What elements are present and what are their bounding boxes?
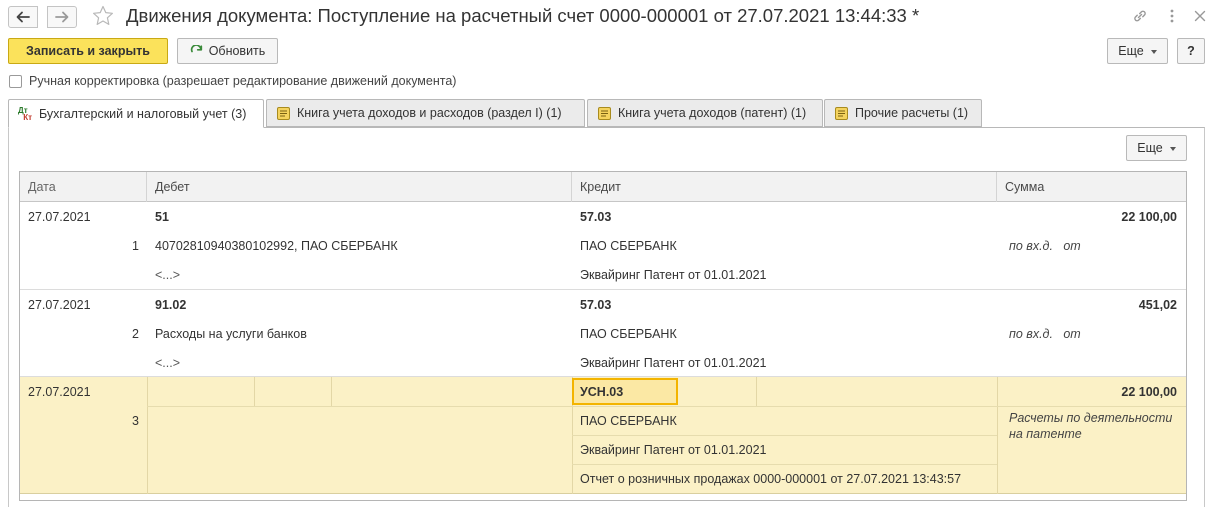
debit-subconto-2: <...> [155, 355, 181, 370]
more-label: Еще [1137, 141, 1163, 155]
cell-divider [147, 377, 148, 494]
manual-correction-label: Ручная корректировка (разрешает редактир… [29, 74, 457, 88]
credit-account: 57.03 [580, 209, 612, 224]
link-icon[interactable] [1130, 6, 1150, 26]
back-button[interactable] [8, 6, 38, 28]
tab-label: Книга учета доходов и расходов (раздел I… [297, 106, 562, 120]
debit-account: 51 [155, 209, 169, 224]
row-number: 1 [132, 238, 139, 253]
more-vertical-icon[interactable] [1162, 6, 1182, 26]
cell-divider [997, 377, 998, 494]
debit-subconto-1: Расходы на услуги банков [155, 326, 307, 341]
row-note: по вх.д. от [1009, 238, 1081, 253]
tab-accounting[interactable]: Дт Кт Бухгалтерский и налоговый учет (3) [8, 99, 264, 128]
forward-button[interactable] [47, 6, 77, 28]
credit-subconto-2: Эквайринг Патент от 01.01.2021 [580, 267, 767, 282]
window-title: Движения документа: Поступление на расче… [126, 5, 920, 26]
credit-account-cell-focused[interactable]: УСН.03 [572, 378, 678, 405]
row-date: 27.07.2021 [28, 209, 91, 224]
table-more-button[interactable]: Еще [1126, 135, 1187, 161]
tab-label: Книга учета доходов (патент) (1) [618, 106, 807, 120]
cell-divider [254, 377, 255, 406]
row-sum: 451,02 [1138, 297, 1177, 312]
column-header-credit[interactable]: Кредит [572, 172, 997, 202]
close-icon[interactable] [1190, 6, 1210, 26]
chevron-down-icon [1169, 147, 1176, 151]
tab-patent-income-book[interactable]: Книга учета доходов (патент) (1) [587, 99, 823, 127]
register-icon [597, 106, 611, 120]
column-header-date[interactable]: Дата [20, 172, 147, 202]
row-note: Расчеты по деятельности на патенте [1009, 411, 1173, 441]
row-note: по вх.д. от [1009, 326, 1081, 341]
row-sum: 22 100,00 [1121, 209, 1177, 224]
credit-subconto-3: Отчет о розничных продажах 0000-000001 о… [580, 471, 962, 486]
credit-subconto-2: Эквайринг Патент от 01.01.2021 [580, 442, 767, 457]
register-icon [276, 106, 290, 120]
refresh-button[interactable]: Обновить [177, 38, 278, 64]
save-and-close-button[interactable]: Записать и закрыть [8, 38, 168, 64]
column-header-sum[interactable]: Сумма [997, 172, 1186, 202]
table-row-selected[interactable]: 27.07.2021 3 УСН.03 ПАО СБЕРБАНК Эквайри… [20, 377, 1186, 494]
title-bar: Движения документа: Поступление на расче… [0, 0, 1213, 32]
more-button[interactable]: Еще [1107, 38, 1168, 64]
row-number: 2 [132, 326, 139, 341]
tab-income-expense-book[interactable]: Книга учета доходов и расходов (раздел I… [266, 99, 585, 127]
arrow-left-icon [16, 11, 30, 23]
credit-subconto-1: ПАО СБЕРБАНК [580, 413, 677, 428]
row-sum: 22 100,00 [1121, 384, 1177, 399]
column-header-debit[interactable]: Дебет [147, 172, 572, 202]
help-button[interactable]: ? [1177, 38, 1205, 64]
manual-correction-checkbox[interactable] [9, 74, 22, 88]
refresh-icon [190, 44, 203, 58]
credit-subconto-2: Эквайринг Патент от 01.01.2021 [580, 355, 767, 370]
debit-subconto-2: <...> [155, 267, 181, 282]
table-row[interactable]: 27.07.2021 1 51 40702810940380102992, ПА… [20, 202, 1186, 290]
debit-subconto-1: 40702810940380102992, ПАО СБЕРБАНК [155, 238, 398, 253]
credit-subconto-1: ПАО СБЕРБАНК [580, 238, 677, 253]
dt-kt-icon: Дт Кт [18, 105, 32, 122]
table-header: Дата Дебет Кредит Сумма [20, 172, 1186, 202]
favorite-star-icon[interactable] [91, 4, 115, 28]
debit-account: 91.02 [155, 297, 187, 312]
tab-label: Бухгалтерский и налоговый учет (3) [39, 106, 247, 121]
more-label: Еще [1118, 44, 1144, 58]
row-date: 27.07.2021 [28, 297, 91, 312]
movements-table[interactable]: Дата Дебет Кредит Сумма 27.07.2021 1 51 … [19, 171, 1187, 501]
tab-bar: Дт Кт Бухгалтерский и налоговый учет (3) … [8, 99, 1205, 128]
refresh-label: Обновить [208, 44, 266, 58]
credit-account: 57.03 [580, 297, 612, 312]
arrow-right-icon [55, 11, 69, 23]
credit-account: УСН.03 [580, 384, 624, 399]
credit-subconto-1: ПАО СБЕРБАНК [580, 326, 677, 341]
register-icon [834, 106, 848, 120]
row-date: 27.07.2021 [28, 384, 91, 399]
tab-other-settlements[interactable]: Прочие расчеты (1) [824, 99, 982, 127]
manual-correction-row[interactable]: Ручная корректировка (разрешает редактир… [9, 74, 456, 88]
row-number: 3 [132, 413, 139, 428]
cell-divider [756, 377, 757, 406]
table-row[interactable]: 27.07.2021 2 91.02 Расходы на услуги бан… [20, 290, 1186, 377]
cell-divider [331, 377, 332, 406]
tab-label: Прочие расчеты (1) [855, 106, 969, 120]
chevron-down-icon [1150, 50, 1157, 54]
